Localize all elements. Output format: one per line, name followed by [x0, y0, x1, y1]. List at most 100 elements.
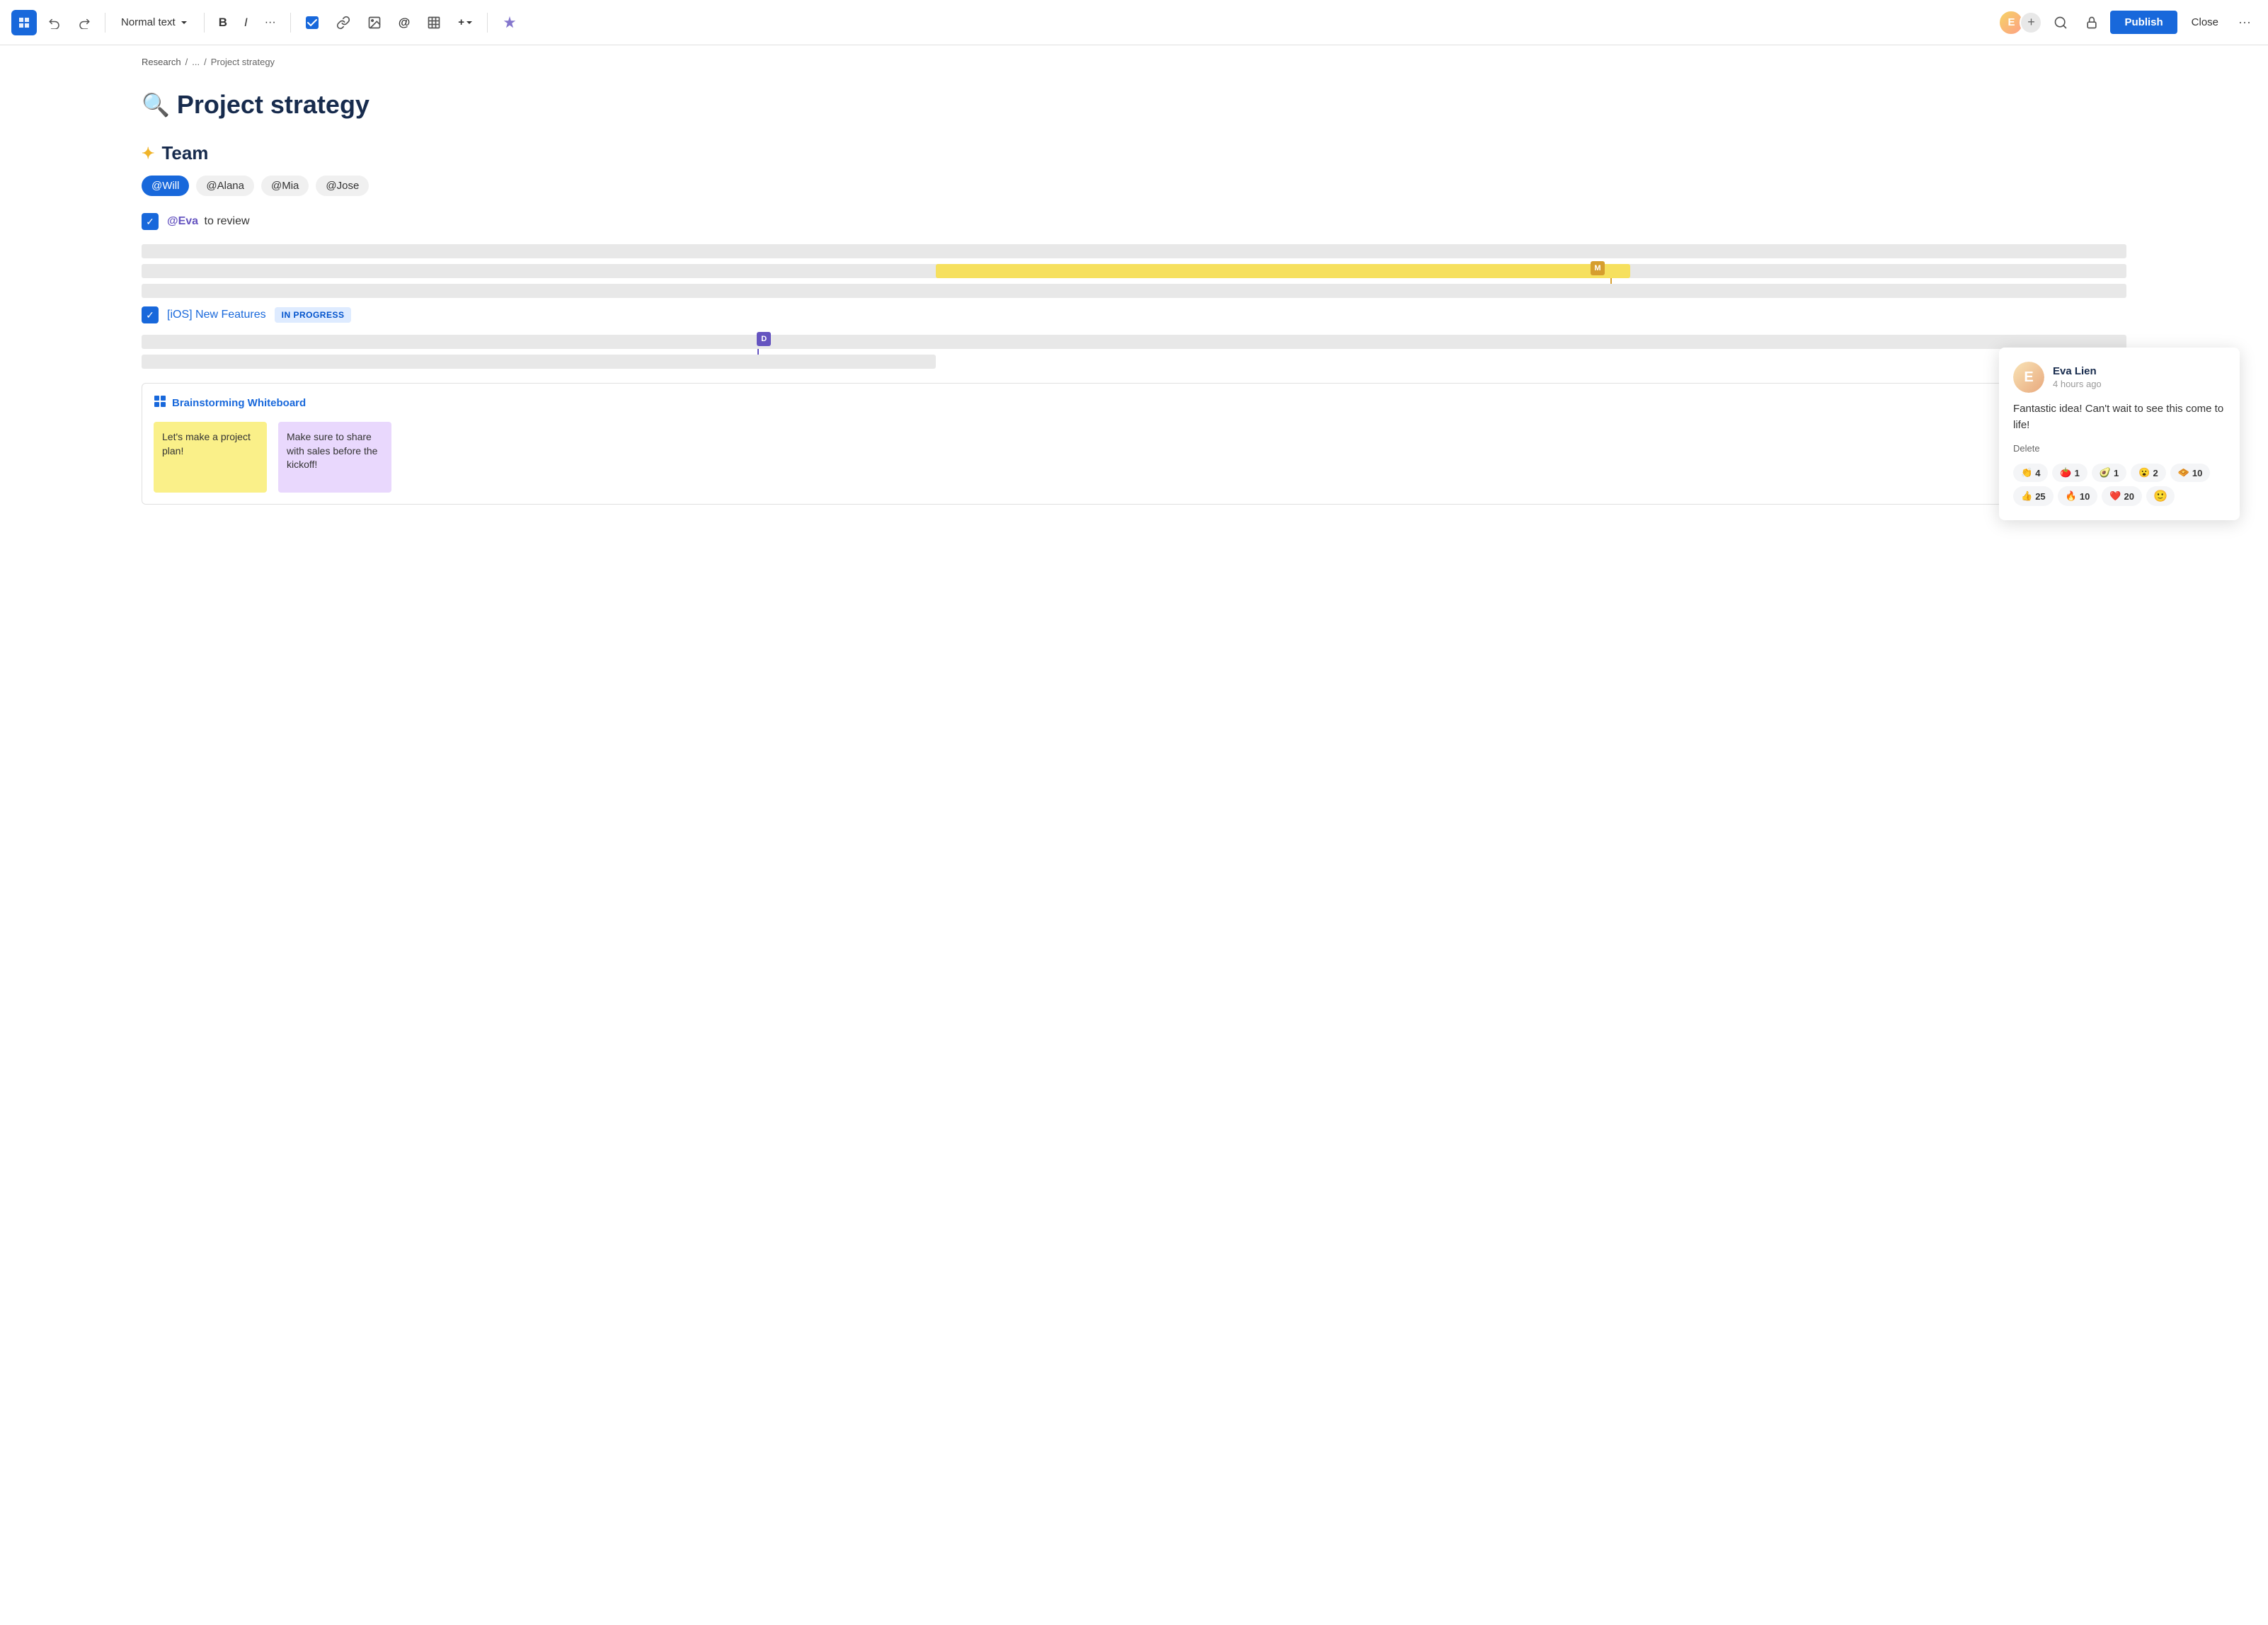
gantt-row-4: D [142, 335, 2126, 349]
in-progress-badge: IN PROGRESS [275, 307, 352, 323]
page-title-section: 🔍 Project strategy [142, 90, 2126, 120]
undo-button[interactable] [42, 12, 67, 33]
page-title[interactable]: Project strategy [177, 90, 370, 120]
comment-meta: Eva Lien 4 hours ago [2053, 365, 2102, 389]
reaction-clap-emoji: 👏 [2021, 467, 2032, 478]
reaction-surprised-emoji: 😮 [2138, 467, 2150, 478]
mention-jose[interactable]: @Jose [316, 176, 369, 196]
close-button[interactable]: Close [2183, 11, 2227, 34]
reaction-fire[interactable]: 🔥 10 [2058, 486, 2098, 506]
ios-task-link[interactable]: [iOS] New Features [167, 309, 266, 321]
reaction-fire-emoji: 🔥 [2066, 490, 2077, 502]
reaction-tomato[interactable]: 🍅 1 [2052, 464, 2087, 482]
image-button[interactable] [362, 11, 387, 34]
reaction-waffle[interactable]: 🧇 10 [2170, 464, 2211, 482]
mention-alana[interactable]: @Alana [196, 176, 254, 196]
redo-button[interactable] [72, 12, 96, 33]
task-description: to review [205, 215, 250, 227]
reaction-heart-count: 20 [2124, 491, 2134, 502]
task-assignee[interactable]: @Eva [167, 215, 198, 227]
publish-button[interactable]: Publish [2110, 11, 2177, 34]
sticky-notes: Let's make a project plan! Make sure to … [154, 422, 2114, 493]
main-content: 🔍 Project strategy ✦ Team @Will @Alana @… [0, 79, 2268, 516]
breadcrumb-ellipsis[interactable]: ... [192, 57, 200, 67]
comment-delete-button[interactable]: Delete [2013, 443, 2226, 454]
sparkle-icon: ✦ [142, 144, 154, 163]
separator-4 [487, 13, 488, 33]
breadcrumb-sep2: / [204, 57, 207, 67]
bold-button[interactable]: B [213, 11, 233, 34]
gantt-section-2: D [142, 335, 2126, 369]
gantt-section: M [142, 244, 2126, 298]
brainstorm-header: Brainstorming Whiteboard [154, 395, 2114, 410]
app-logo[interactable] [11, 10, 37, 35]
search-button[interactable] [2048, 11, 2073, 34]
ai-button[interactable] [496, 11, 523, 35]
sticky-note-1: Let's make a project plan! [154, 422, 267, 493]
brainstorm-section: Brainstorming Whiteboard Let's make a pr… [142, 383, 2126, 505]
more-options-button[interactable]: ··· [2233, 11, 2257, 34]
comment-time: 4 hours ago [2053, 379, 2102, 389]
task-text: @Eva to review [167, 215, 250, 228]
text-format-label: Normal text [121, 16, 176, 28]
insert-button[interactable]: + [452, 12, 479, 33]
separator-3 [290, 13, 291, 33]
reaction-avocado-emoji: 🥑 [2100, 467, 2111, 478]
mention-will[interactable]: @Will [142, 176, 189, 196]
add-reaction-button[interactable]: 🙂 [2146, 486, 2175, 506]
separator-2 [204, 13, 205, 33]
comment-card: E Eva Lien 4 hours ago Fantastic idea! C… [1999, 348, 2240, 520]
reaction-waffle-emoji: 🧇 [2178, 467, 2189, 478]
gantt-marker-d: D [757, 332, 771, 346]
mention-button[interactable]: @ [393, 11, 416, 34]
team-mentions: @Will @Alana @Mia @Jose [142, 176, 2126, 196]
gantt-row-3 [142, 284, 2126, 298]
breadcrumb-root[interactable]: Research [142, 57, 181, 67]
mention-mia[interactable]: @Mia [261, 176, 309, 196]
reaction-thumbsup-emoji: 👍 [2021, 490, 2032, 502]
ios-task-checkbox[interactable]: ✓ [142, 306, 159, 323]
link-button[interactable] [331, 11, 356, 34]
brainstorm-logo-icon [154, 395, 166, 410]
reactions: 👏 4 🍅 1 🥑 1 😮 2 🧇 10 👍 25 [2013, 464, 2226, 506]
gantt-marker-m: M [1591, 261, 1605, 275]
task-item-eva: ✓ @Eva to review [142, 213, 2126, 230]
gantt-row-5 [142, 355, 936, 369]
team-section: ✦ Team @Will @Alana @Mia @Jose [142, 142, 2126, 196]
reaction-avocado[interactable]: 🥑 1 [2092, 464, 2126, 482]
add-collaborator-button[interactable]: + [2020, 11, 2042, 34]
comment-author: Eva Lien [2053, 365, 2102, 377]
avatar-group: E + [1998, 10, 2042, 35]
comment-body: Fantastic idea! Can't wait to see this c… [2013, 401, 2226, 433]
reaction-thumbsup[interactable]: 👍 25 [2013, 486, 2054, 506]
reaction-heart-emoji: ❤️ [2109, 490, 2121, 502]
gantt-row-2: M [142, 264, 2126, 278]
toolbar-right: E + Publish Close ··· [1998, 10, 2257, 35]
page-icon: 🔍 [142, 91, 170, 118]
more-format-button[interactable]: ··· [259, 12, 282, 33]
reaction-thumbsup-count: 25 [2035, 491, 2045, 502]
sticky-note-2: Make sure to share with sales before the… [278, 422, 391, 493]
gantt-bar-yellow [936, 264, 1630, 278]
reaction-tomato-emoji: 🍅 [2060, 467, 2071, 478]
team-heading-text: Team [161, 142, 208, 164]
team-heading: ✦ Team [142, 142, 2126, 164]
italic-button[interactable]: I [239, 11, 253, 34]
reaction-clap[interactable]: 👏 4 [2013, 464, 2048, 482]
brainstorm-title[interactable]: Brainstorming Whiteboard [172, 397, 306, 409]
comment-header: E Eva Lien 4 hours ago [2013, 362, 2226, 393]
breadcrumb-sep1: / [185, 57, 188, 67]
lock-button[interactable] [2079, 11, 2104, 34]
reaction-clap-count: 4 [2035, 468, 2040, 478]
reaction-heart[interactable]: ❤️ 20 [2102, 486, 2142, 506]
table-button[interactable] [421, 11, 447, 34]
reaction-surprised-count: 2 [2153, 468, 2158, 478]
breadcrumb: Research / ... / Project strategy [0, 45, 2268, 79]
gantt-row-1 [142, 244, 2126, 258]
reaction-tomato-count: 1 [2075, 468, 2080, 478]
checkbox-button[interactable] [299, 11, 325, 34]
reaction-avocado-count: 1 [2114, 468, 2119, 478]
task-checkbox[interactable]: ✓ [142, 213, 159, 230]
reaction-surprised[interactable]: 😮 2 [2131, 464, 2165, 482]
text-format-dropdown[interactable]: Normal text [114, 12, 195, 33]
